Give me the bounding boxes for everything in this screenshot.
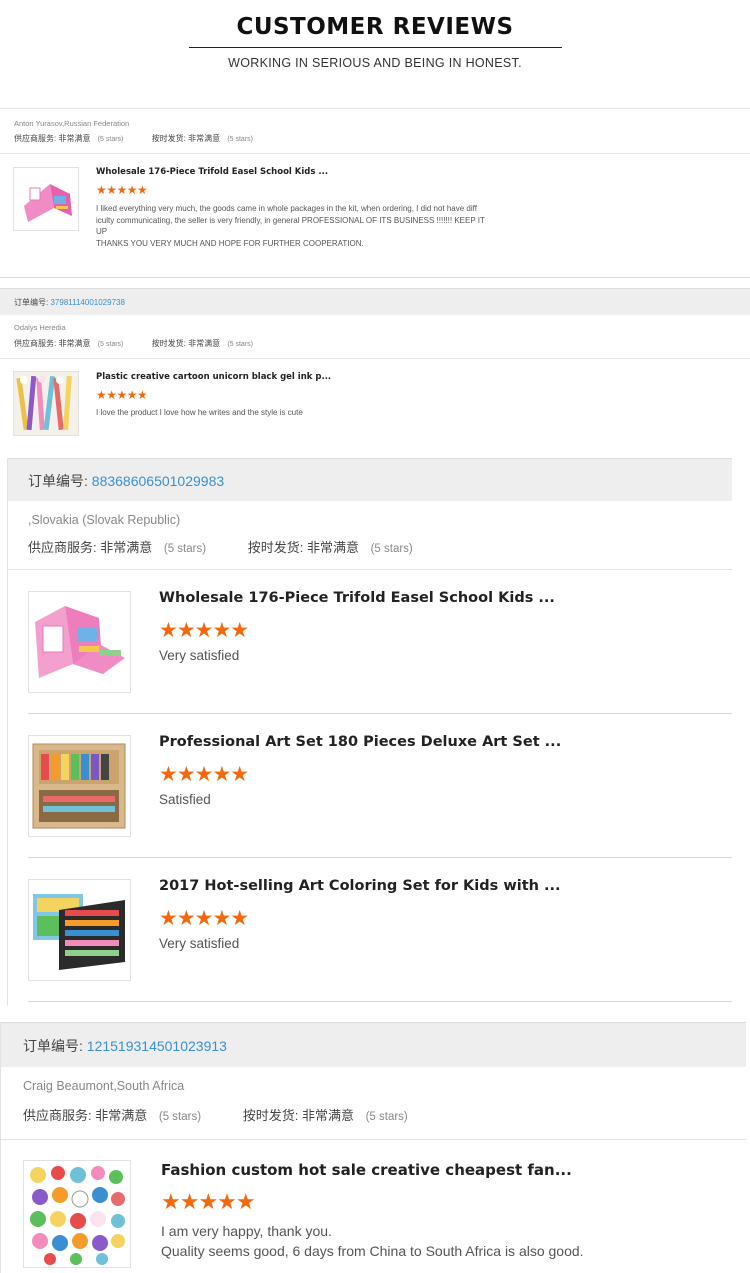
review-card-4: 订单编号: 121519314501023913 Craig Beaumont,…	[0, 1022, 746, 1273]
supplier-label: 供应商服务:	[14, 134, 57, 143]
star-rating: ★★★★★	[161, 1189, 256, 1214]
review-comment: I am very happy, thank you. Quality seem…	[161, 1221, 584, 1261]
comment-line: Quality seems good, 6 days from China to…	[161, 1243, 584, 1259]
eraser-toys-image	[24, 1161, 130, 1267]
order-bar: 订单编号: 121519314501023913	[1, 1022, 746, 1067]
ship-label: 按时发货:	[151, 339, 186, 348]
page-title: CUSTOMER REVIEWS	[236, 14, 514, 40]
wooden-art-set-image	[29, 736, 130, 836]
star-rating: ★★★★★	[159, 763, 249, 786]
order-number: 订单编号: 37981114001029738	[14, 297, 125, 308]
supplier-value: 非常满意	[58, 134, 91, 143]
review-card-3: 订单编号: 88368606501029983 ,Slovakia (Slova…	[7, 458, 732, 1006]
ship-label: 按时发货:	[242, 1108, 299, 1123]
divider	[0, 153, 750, 154]
ship-value: 非常满意	[301, 1108, 354, 1123]
rating-row: 供应商服务: 非常满意 (5 stars) 按时发货: 非常满意 (5 star…	[23, 1105, 408, 1124]
reviewer-name: ,Slovakia (Slovak Republic)	[28, 513, 181, 527]
rating-row: 供应商服务: 非常满意 (5 stars) 按时发货: 非常满意 (5 star…	[28, 537, 413, 556]
product-image[interactable]	[13, 371, 79, 436]
product-title[interactable]: Professional Art Set 180 Pieces Deluxe A…	[159, 734, 561, 750]
supplier-stars: (5 stars)	[163, 543, 207, 555]
reviewer-name: Anton Yurasov,Russian Federation	[14, 119, 130, 128]
divider	[8, 569, 732, 570]
art-kit-image	[29, 592, 130, 692]
review-comment: Very satisfied	[159, 648, 240, 663]
divider	[28, 1001, 732, 1002]
ship-value: 非常满意	[188, 339, 221, 348]
supplier-value: 非常满意	[100, 540, 153, 555]
product-image[interactable]	[28, 735, 131, 837]
page-subtitle: WORKING IN SERIOUS AND BEING IN HONEST.	[228, 56, 522, 70]
comment-line: THANKS YOU VERY MUCH AND HOPE FOR FURTHE…	[96, 238, 364, 248]
ship-value: 非常满意	[306, 540, 359, 555]
order-label: 订单编号:	[14, 298, 49, 307]
star-rating: ★★★★★	[159, 619, 249, 642]
product-title[interactable]: 2017 Hot-selling Art Coloring Set for Ki…	[159, 878, 561, 894]
comment-line: I liked everything very much, the goods …	[96, 204, 477, 213]
ship-label: 按时发货:	[247, 540, 304, 555]
order-number: 订单编号: 121519314501023913	[23, 1036, 227, 1056]
supplier-stars: (5 stars)	[97, 136, 124, 143]
star-rating: ★★★★★	[96, 183, 148, 197]
star-rating: ★★★★★	[96, 388, 148, 402]
ship-value: 非常满意	[188, 134, 221, 143]
divider	[28, 713, 732, 714]
ship-stars: (5 stars)	[365, 1111, 408, 1123]
product-image[interactable]	[28, 879, 131, 981]
reviewer-name: Craig Beaumont,South Africa	[23, 1079, 185, 1093]
comment-line: iculty communicating, the seller is very…	[96, 215, 485, 225]
rating-row: 供应商服务: 非常满意 (5 stars) 按时发货: 非常满意 (5 star…	[14, 338, 253, 349]
reviewer-name: Odalys Heredia	[14, 323, 66, 332]
review-card-2: 订单编号: 37981114001029738 Odalys Heredia 供…	[0, 288, 750, 448]
supplier-label: 供应商服务:	[14, 339, 57, 348]
title-divider	[189, 47, 562, 48]
comment-line: I am very happy, thank you.	[161, 1223, 332, 1239]
star-rating: ★★★★★	[159, 907, 249, 930]
supplier-value: 非常满意	[58, 339, 91, 348]
ship-stars: (5 stars)	[227, 136, 253, 143]
review-comment: I love the product I love how he writes …	[96, 408, 303, 417]
gel-pen-image	[14, 372, 78, 435]
review-comment: I liked everything very much, the goods …	[96, 203, 485, 249]
product-image[interactable]	[23, 1160, 131, 1268]
order-link[interactable]: 121519314501023913	[87, 1038, 227, 1054]
product-image[interactable]	[13, 167, 79, 231]
review-comment: Satisfied	[159, 792, 211, 807]
divider	[1, 1139, 746, 1140]
comment-line: UP	[96, 227, 108, 237]
order-bar: 订单编号: 88368606501029983	[8, 458, 732, 501]
product-image[interactable]	[28, 591, 131, 693]
product-title[interactable]: Wholesale 176-Piece Trifold Easel School…	[96, 167, 328, 177]
ship-stars: (5 stars)	[227, 341, 253, 348]
divider	[0, 358, 750, 359]
coloring-set-image	[29, 880, 130, 980]
product-title[interactable]: Fashion custom hot sale creative cheapes…	[161, 1161, 572, 1179]
supplier-value: 非常满意	[95, 1108, 148, 1123]
product-title[interactable]: Plastic creative cartoon unicorn black g…	[96, 372, 331, 382]
order-link[interactable]: 37981114001029738	[50, 298, 124, 307]
review-card-1: Anton Yurasov,Russian Federation 供应商服务: …	[0, 108, 750, 278]
order-label: 订单编号:	[23, 1038, 83, 1054]
supplier-label: 供应商服务:	[28, 540, 97, 555]
ship-stars: (5 stars)	[370, 543, 413, 555]
order-label: 订单编号:	[28, 473, 88, 489]
product-title[interactable]: Wholesale 176-Piece Trifold Easel School…	[159, 590, 555, 606]
order-bar: 订单编号: 37981114001029738	[0, 288, 750, 315]
ship-label: 按时发货:	[151, 134, 186, 143]
order-link[interactable]: 88368606501029983	[92, 473, 224, 489]
divider	[28, 857, 732, 858]
rating-row: 供应商服务: 非常满意 (5 stars) 按时发货: 非常满意 (5 star…	[14, 133, 253, 144]
art-kit-image	[14, 168, 78, 230]
supplier-label: 供应商服务:	[23, 1108, 92, 1123]
supplier-stars: (5 stars)	[97, 341, 124, 348]
supplier-stars: (5 stars)	[158, 1111, 202, 1123]
order-number: 订单编号: 88368606501029983	[28, 471, 224, 491]
review-comment: Very satisfied	[159, 936, 240, 951]
reviews-header: CUSTOMER REVIEWS WORKING IN SERIOUS AND …	[0, 0, 750, 108]
